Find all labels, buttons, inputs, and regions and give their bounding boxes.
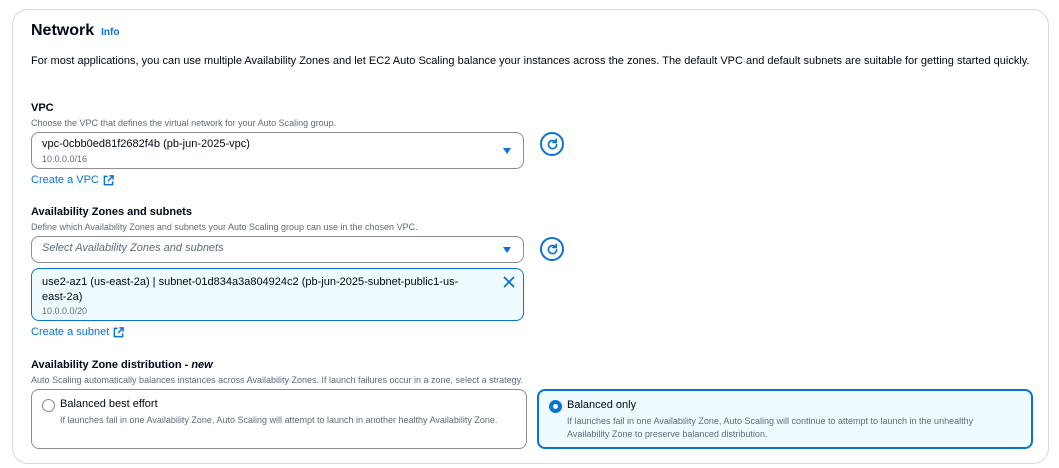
info-link[interactable]: Info bbox=[101, 27, 119, 38]
refresh-icon bbox=[547, 137, 557, 149]
subnet-token-cidr: 10.0.0.0/20 bbox=[42, 306, 88, 316]
vpc-select[interactable]: vpc-0cbb0ed81f2682f4b (pb-jun-2025-vpc) … bbox=[31, 132, 524, 169]
az-refresh-button[interactable] bbox=[540, 237, 564, 261]
vpc-selected-value: vpc-0cbb0ed81f2682f4b (pb-jun-2025-vpc) bbox=[42, 138, 250, 150]
radio-balanced-best-effort[interactable] bbox=[42, 399, 55, 412]
az-subnets-description: Define which Availability Zones and subn… bbox=[31, 222, 418, 232]
radio-balanced-only[interactable] bbox=[549, 400, 562, 413]
create-vpc-link[interactable]: Create a VPC bbox=[31, 174, 114, 186]
az-distribution-description: Auto Scaling automatically balances inst… bbox=[31, 375, 523, 385]
caret-down-icon bbox=[503, 148, 511, 154]
create-subnet-label: Create a subnet bbox=[31, 326, 110, 338]
az-distribution-label-text: Availability Zone distribution - bbox=[31, 359, 192, 371]
external-link-icon bbox=[113, 326, 125, 337]
caret-down-icon bbox=[503, 247, 511, 253]
vpc-selected-cidr: 10.0.0.0/16 bbox=[42, 154, 88, 164]
option-label: Balanced only bbox=[567, 399, 637, 411]
option-balanced-only[interactable]: Balanced only If launches fail in one Av… bbox=[537, 389, 1033, 449]
vpc-label: VPC bbox=[31, 102, 54, 114]
vpc-description: Choose the VPC that defines the virtual … bbox=[31, 118, 337, 128]
subnet-token-label: use2-az1 (us-east-2a) | subnet-01d834a3a… bbox=[42, 276, 459, 303]
vpc-refresh-button[interactable] bbox=[540, 132, 564, 156]
option-description: If launches fail in one Availability Zon… bbox=[567, 416, 974, 439]
network-panel: Network Info For most applications, you … bbox=[12, 9, 1049, 464]
selected-subnet-token: use2-az1 (us-east-2a) | subnet-01d834a3a… bbox=[31, 268, 524, 321]
az-subnets-placeholder: Select Availability Zones and subnets bbox=[42, 242, 224, 254]
option-label: Balanced best effort bbox=[60, 398, 158, 410]
remove-subnet-button[interactable] bbox=[503, 275, 515, 293]
network-title: Network bbox=[31, 22, 95, 39]
create-subnet-link[interactable]: Create a subnet bbox=[31, 326, 125, 338]
network-description: For most applications, you can use multi… bbox=[31, 55, 1030, 67]
external-link-icon bbox=[103, 174, 114, 185]
option-balanced-best-effort[interactable]: Balanced best effort If launches fail in… bbox=[31, 389, 527, 449]
az-subnets-label: Availability Zones and subnets bbox=[31, 206, 192, 218]
network-header: Network Info bbox=[31, 22, 119, 40]
az-distribution-label: Availability Zone distribution - new bbox=[31, 359, 213, 371]
close-icon bbox=[503, 276, 515, 288]
option-description: If launches fail in one Availability Zon… bbox=[60, 415, 498, 425]
refresh-icon bbox=[547, 242, 557, 254]
new-badge: new bbox=[191, 359, 213, 371]
az-subnets-select[interactable]: Select Availability Zones and subnets bbox=[31, 236, 524, 263]
create-vpc-label: Create a VPC bbox=[31, 174, 99, 186]
